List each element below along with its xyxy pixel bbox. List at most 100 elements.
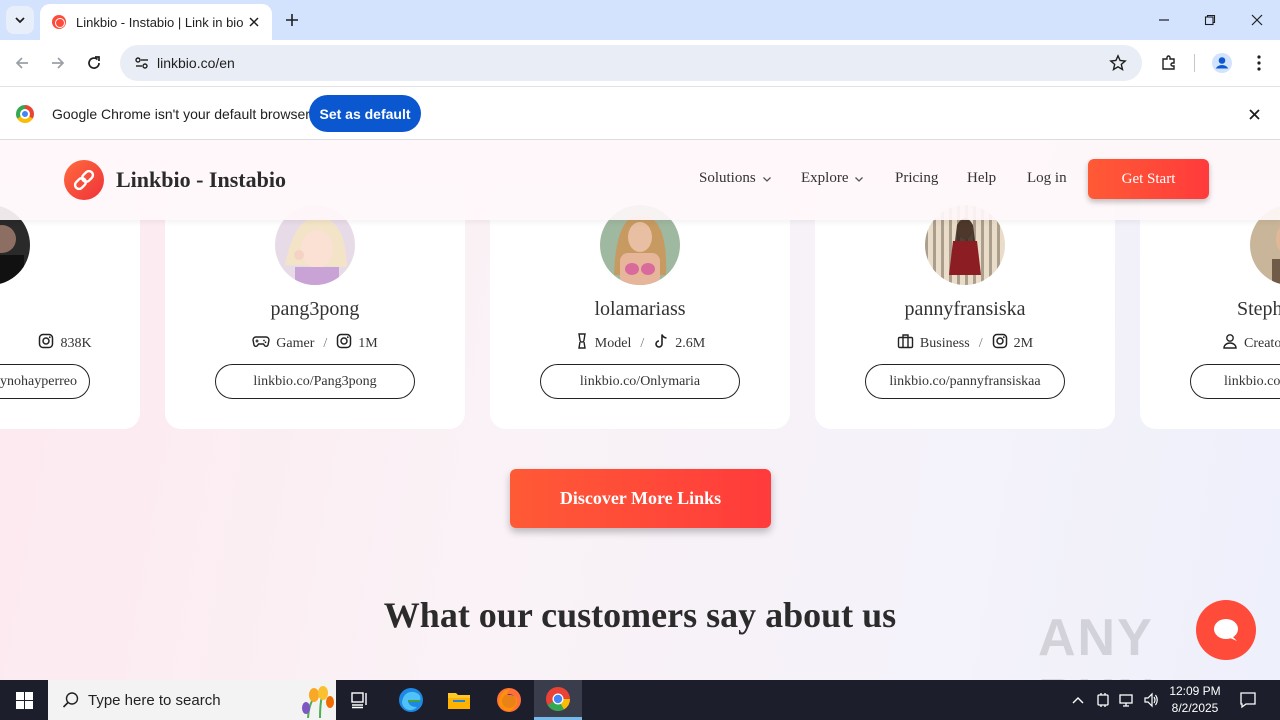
chevron-down-icon [762, 176, 771, 182]
profile-meta: Gamer / 1M [165, 333, 465, 354]
discover-more-links-button[interactable]: Discover More Links [510, 469, 771, 528]
profile-name: lolamariass [594, 298, 686, 320]
nav-login[interactable]: Log in [1027, 170, 1067, 187]
nav-explore-label: Explore [801, 170, 849, 186]
arrow-right-icon [52, 57, 65, 69]
chrome-menu-button[interactable] [1245, 49, 1273, 77]
profile-icon [1212, 53, 1232, 73]
volume-icon[interactable] [1141, 690, 1161, 710]
reload-button[interactable] [80, 49, 108, 77]
instagram-icon [992, 333, 1008, 354]
model-icon [575, 333, 589, 354]
device-tray-icon[interactable] [1093, 690, 1113, 710]
site-settings-icon[interactable] [128, 49, 156, 77]
new-tab-button[interactable] [280, 8, 304, 32]
minimize-button[interactable] [1141, 0, 1187, 40]
instagram-icon [38, 333, 54, 354]
profile-category: Gamer [276, 335, 315, 351]
set-as-default-button[interactable]: Set as default [309, 95, 421, 132]
start-button[interactable] [0, 680, 48, 720]
chrome-taskbar-button[interactable] [534, 680, 582, 720]
profile-meta: Creato [1140, 333, 1280, 354]
nav-explore[interactable]: Explore [801, 170, 864, 187]
profile-category: Model [594, 335, 632, 351]
browser-toolbar: linkbio.co/en [0, 40, 1280, 86]
address-bar[interactable]: linkbio.co/en [120, 45, 1142, 81]
separator-slash: / [640, 335, 645, 351]
get-start-button[interactable]: Get Start [1088, 159, 1209, 199]
tab-strip: Linkbio - Instabio | Link in bio | [0, 0, 1280, 40]
tab-close-button[interactable] [244, 12, 264, 32]
tulips-search-highlight-icon [302, 686, 334, 718]
back-button[interactable] [8, 49, 36, 77]
person-icon [1222, 333, 1238, 354]
forward-button[interactable] [44, 49, 72, 77]
tab-search-button[interactable] [6, 6, 34, 34]
nav-pricing[interactable]: Pricing [895, 170, 938, 187]
browser-tab[interactable]: Linkbio - Instabio | Link in bio | [40, 4, 272, 40]
profile-link-button[interactable]: linkbio.co/dynohayperreo [0, 364, 90, 399]
arrow-left-icon [15, 57, 28, 69]
tab-title: Linkbio - Instabio | Link in bio | [76, 14, 244, 30]
briefcase-icon [897, 333, 914, 354]
gamepad-icon [252, 333, 270, 354]
chat-button[interactable] [1196, 600, 1256, 660]
plus-icon [286, 14, 298, 26]
file-explorer-taskbar-button[interactable] [435, 680, 483, 720]
taskbar-search-box[interactable]: Type here to search [48, 680, 336, 720]
puzzle-icon [1162, 55, 1175, 70]
profile-meta: 838K [0, 333, 140, 354]
profile-followers: 1M [358, 335, 378, 351]
clock-time: 12:09 PM [1169, 684, 1221, 698]
nav-solutions-label: Solutions [699, 170, 756, 186]
site-header: Linkbio - Instabio Solutions Explore Pri… [0, 140, 1280, 220]
reload-icon [88, 56, 100, 69]
task-view-button[interactable] [336, 680, 384, 720]
web-page: Linkbio - Instabio Solutions Explore Pri… [0, 140, 1280, 680]
nav-help[interactable]: Help [967, 170, 996, 187]
extensions-button[interactable] [1155, 49, 1183, 77]
linkbio-logo-icon[interactable] [64, 160, 104, 200]
restore-icon [1204, 14, 1216, 26]
profile-link-button[interactable]: linkbio.co/Pang3pong [215, 364, 415, 399]
profile-name: pannyfransiska [904, 298, 1026, 320]
chevron-down-icon [855, 176, 864, 182]
profile-followers: 2M [1013, 335, 1034, 351]
system-clock[interactable]: 12:09 PM 8/2/2025 [1160, 683, 1230, 717]
profile-category: Business [919, 335, 970, 351]
instagram-icon [336, 333, 352, 354]
profile-name: pang3pong [270, 298, 360, 320]
window-close-button[interactable] [1234, 0, 1280, 40]
infobar-message: Google Chrome isn't your default browser [52, 106, 310, 122]
profile-followers: 2.6M [675, 335, 706, 351]
separator-slash: / [978, 335, 983, 351]
nav-solutions[interactable]: Solutions [699, 170, 772, 187]
restore-button[interactable] [1187, 0, 1233, 40]
firefox-taskbar-button[interactable] [485, 680, 533, 720]
url-text[interactable]: linkbio.co/en [157, 55, 235, 71]
folder-icon [448, 693, 470, 709]
network-icon[interactable] [1117, 690, 1137, 710]
show-hidden-icons-button[interactable] [1068, 690, 1088, 710]
profile-meta: Model / 2.6M [490, 333, 790, 354]
profile-link-button[interactable]: linkbio.co/pannyfransiskaa [865, 364, 1065, 399]
close-icon [1248, 108, 1260, 120]
edge-taskbar-button[interactable] [387, 680, 435, 720]
profile-link-button[interactable]: linkbio.co/Onlymaria [540, 364, 740, 399]
profile-category: Creato [1244, 335, 1280, 351]
search-icon [62, 692, 79, 708]
bookmark-star-icon[interactable] [1106, 51, 1130, 75]
profile-button[interactable] [1208, 49, 1236, 77]
brand-name[interactable]: Linkbio - Instabio [116, 167, 286, 193]
linkbio-favicon-icon [52, 15, 66, 29]
edge-icon [399, 688, 423, 712]
chevron-up-icon [1072, 697, 1084, 704]
notifications-button[interactable] [1238, 690, 1258, 710]
clock-date: 8/2/2025 [1171, 701, 1219, 715]
profile-link-button[interactable]: linkbio.co [1190, 364, 1280, 399]
more-vertical-icon [1257, 55, 1261, 71]
tiktok-icon [653, 333, 669, 354]
profile-name: dy [0, 298, 140, 321]
notification-icon [1240, 692, 1256, 709]
infobar-close-button[interactable] [1244, 104, 1264, 124]
